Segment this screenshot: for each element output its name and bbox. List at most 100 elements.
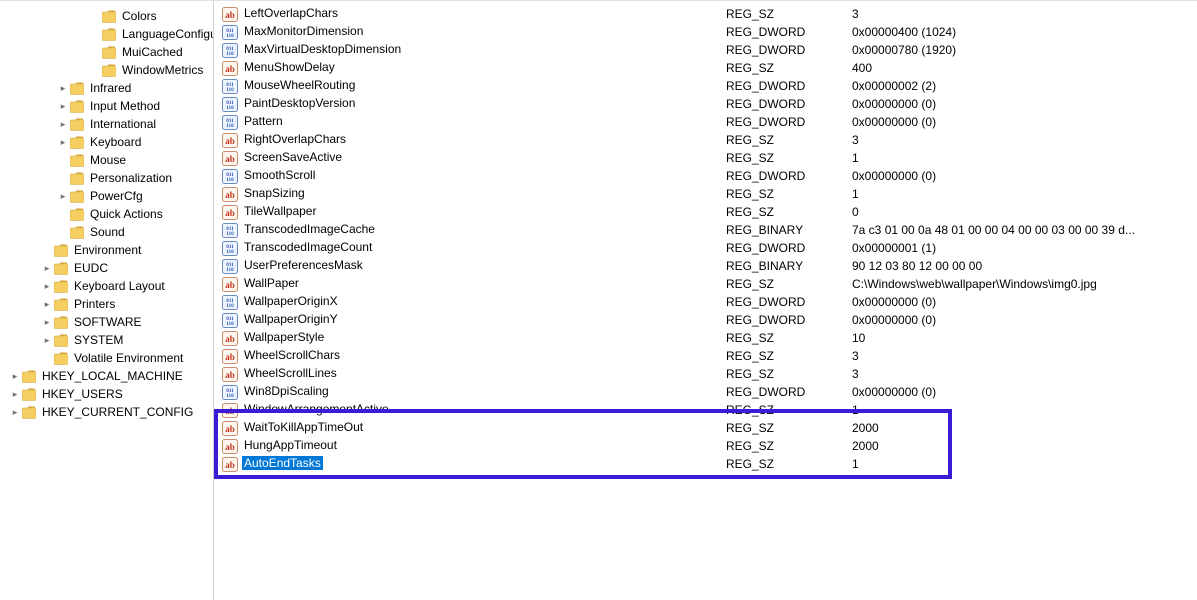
value-row[interactable]: 011 110 MouseWheelRoutingREG_DWORD0x0000… — [218, 77, 1197, 95]
value-row[interactable]: ab WheelScrollCharsREG_SZ3 — [218, 347, 1197, 365]
value-row[interactable]: ab AutoEndTasksREG_SZ1 — [218, 455, 1197, 473]
value-row[interactable]: ab WallpaperStyleREG_SZ10 — [218, 329, 1197, 347]
chevron-right-icon[interactable]: ▸ — [56, 135, 70, 149]
value-name[interactable]: SnapSizing — [242, 186, 307, 200]
value-row[interactable]: ab ScreenSaveActiveREG_SZ1 — [218, 149, 1197, 167]
chevron-right-icon[interactable]: ▸ — [8, 387, 22, 401]
value-name[interactable]: Win8DpiScaling — [242, 384, 331, 398]
tree-item-label[interactable]: Volatile Environment — [72, 351, 185, 365]
value-row[interactable]: ab SnapSizingREG_SZ1 — [218, 185, 1197, 203]
value-row[interactable]: ab WindowArrangementActiveREG_SZ1 — [218, 401, 1197, 419]
tree-item[interactable]: Quick Actions — [0, 205, 213, 223]
value-name[interactable]: AutoEndTasks — [242, 456, 323, 470]
tree-item[interactable]: ▸ SOFTWARE — [0, 313, 213, 331]
value-name[interactable]: MaxMonitorDimension — [242, 24, 365, 38]
tree-item-label[interactable]: LanguageConfiguration — [120, 27, 214, 41]
chevron-right-icon[interactable]: ▸ — [40, 315, 54, 329]
value-name[interactable]: WheelScrollChars — [242, 348, 342, 362]
tree-item[interactable]: Volatile Environment — [0, 349, 213, 367]
value-row[interactable]: ab WallPaperREG_SZC:\Windows\web\wallpap… — [218, 275, 1197, 293]
tree-item[interactable]: ▸ HKEY_CURRENT_CONFIG — [0, 403, 213, 421]
tree-item[interactable]: Colors — [0, 7, 213, 25]
chevron-right-icon[interactable]: ▸ — [40, 261, 54, 275]
tree-item[interactable]: ▸ EUDC — [0, 259, 213, 277]
values-pane[interactable]: ab LeftOverlapCharsREG_SZ3 011 110 MaxMo… — [214, 1, 1197, 600]
value-name[interactable]: LeftOverlapChars — [242, 6, 340, 20]
tree-item-label[interactable]: Quick Actions — [88, 207, 165, 221]
tree-item[interactable]: Mouse — [0, 151, 213, 169]
tree-item-label[interactable]: PowerCfg — [88, 189, 145, 203]
value-name[interactable]: PaintDesktopVersion — [242, 96, 357, 110]
tree-item-label[interactable]: Keyboard Layout — [72, 279, 167, 293]
tree-pane[interactable]: Colors LanguageConfiguration MuiCached W… — [0, 1, 214, 600]
tree-item-label[interactable]: HKEY_USERS — [40, 387, 125, 401]
tree-item[interactable]: ▸ Infrared — [0, 79, 213, 97]
value-row[interactable]: 011 110 MaxVirtualDesktopDimensionREG_DW… — [218, 41, 1197, 59]
value-row[interactable]: 011 110 PatternREG_DWORD0x00000000 (0) — [218, 113, 1197, 131]
value-row[interactable]: ab MenuShowDelayREG_SZ400 — [218, 59, 1197, 77]
value-row[interactable]: 011 110 WallpaperOriginYREG_DWORD0x00000… — [218, 311, 1197, 329]
chevron-right-icon[interactable]: ▸ — [40, 279, 54, 293]
value-name[interactable]: SmoothScroll — [242, 168, 317, 182]
tree-item-label[interactable]: MuiCached — [120, 45, 185, 59]
value-name[interactable]: TranscodedImageCount — [242, 240, 374, 254]
value-row[interactable]: 011 110 PaintDesktopVersionREG_DWORD0x00… — [218, 95, 1197, 113]
value-row[interactable]: ab RightOverlapCharsREG_SZ3 — [218, 131, 1197, 149]
tree-item-label[interactable]: Mouse — [88, 153, 128, 167]
value-name[interactable]: MaxVirtualDesktopDimension — [242, 42, 403, 56]
tree-item-label[interactable]: Colors — [120, 9, 159, 23]
chevron-right-icon[interactable]: ▸ — [8, 369, 22, 383]
value-row[interactable]: ab HungAppTimeoutREG_SZ2000 — [218, 437, 1197, 455]
tree-item[interactable]: ▸ HKEY_LOCAL_MACHINE — [0, 367, 213, 385]
tree-item-label[interactable]: Personalization — [88, 171, 174, 185]
value-row[interactable]: ab TileWallpaperREG_SZ0 — [218, 203, 1197, 221]
chevron-right-icon[interactable]: ▸ — [8, 405, 22, 419]
values-table[interactable]: ab LeftOverlapCharsREG_SZ3 011 110 MaxMo… — [218, 5, 1197, 473]
value-name[interactable]: WallPaper — [242, 276, 301, 290]
chevron-right-icon[interactable]: ▸ — [56, 99, 70, 113]
tree-item[interactable]: ▸ PowerCfg — [0, 187, 213, 205]
value-row[interactable]: 011 110 TranscodedImageCacheREG_BINARY7a… — [218, 221, 1197, 239]
tree-item[interactable]: MuiCached — [0, 43, 213, 61]
value-row[interactable]: ab LeftOverlapCharsREG_SZ3 — [218, 5, 1197, 23]
chevron-right-icon[interactable]: ▸ — [56, 189, 70, 203]
tree-item-label[interactable]: Keyboard — [88, 135, 143, 149]
value-name[interactable]: WheelScrollLines — [242, 366, 339, 380]
tree-item-label[interactable]: Sound — [88, 225, 127, 239]
tree-item-label[interactable]: HKEY_CURRENT_CONFIG — [40, 405, 195, 419]
value-name[interactable]: WindowArrangementActive — [242, 402, 391, 416]
tree-item[interactable]: ▸ SYSTEM — [0, 331, 213, 349]
value-name[interactable]: ScreenSaveActive — [242, 150, 344, 164]
tree-item[interactable]: ▸ Printers — [0, 295, 213, 313]
tree-item[interactable]: Environment — [0, 241, 213, 259]
value-row[interactable]: 011 110 WallpaperOriginXREG_DWORD0x00000… — [218, 293, 1197, 311]
tree-item-label[interactable]: SYSTEM — [72, 333, 125, 347]
tree-item[interactable]: WindowMetrics — [0, 61, 213, 79]
tree-item-label[interactable]: International — [88, 117, 158, 131]
value-row[interactable]: ab WaitToKillAppTimeOutREG_SZ2000 — [218, 419, 1197, 437]
value-row[interactable]: 011 110 SmoothScrollREG_DWORD0x00000000 … — [218, 167, 1197, 185]
value-name[interactable]: WallpaperStyle — [242, 330, 326, 344]
tree-item[interactable]: ▸ Input Method — [0, 97, 213, 115]
value-row[interactable]: 011 110 TranscodedImageCountREG_DWORD0x0… — [218, 239, 1197, 257]
tree-item[interactable]: Personalization — [0, 169, 213, 187]
tree-item-label[interactable]: HKEY_LOCAL_MACHINE — [40, 369, 185, 383]
value-name[interactable]: Pattern — [242, 114, 285, 128]
chevron-right-icon[interactable]: ▸ — [56, 117, 70, 131]
value-name[interactable]: MouseWheelRouting — [242, 78, 357, 92]
tree-item-label[interactable]: Environment — [72, 243, 143, 257]
value-name[interactable]: HungAppTimeout — [242, 438, 339, 452]
value-name[interactable]: WallpaperOriginY — [242, 312, 340, 326]
registry-tree[interactable]: Colors LanguageConfiguration MuiCached W… — [0, 7, 213, 421]
chevron-right-icon[interactable]: ▸ — [40, 297, 54, 311]
tree-item[interactable]: ▸ International — [0, 115, 213, 133]
value-name[interactable]: TranscodedImageCache — [242, 222, 377, 236]
tree-item[interactable]: LanguageConfiguration — [0, 25, 213, 43]
value-name[interactable]: WallpaperOriginX — [242, 294, 340, 308]
value-row[interactable]: 011 110 UserPreferencesMaskREG_BINARY90 … — [218, 257, 1197, 275]
value-name[interactable]: RightOverlapChars — [242, 132, 348, 146]
tree-item-label[interactable]: SOFTWARE — [72, 315, 144, 329]
value-name[interactable]: WaitToKillAppTimeOut — [242, 420, 365, 434]
tree-item-label[interactable]: WindowMetrics — [120, 63, 205, 77]
value-name[interactable]: UserPreferencesMask — [242, 258, 365, 272]
